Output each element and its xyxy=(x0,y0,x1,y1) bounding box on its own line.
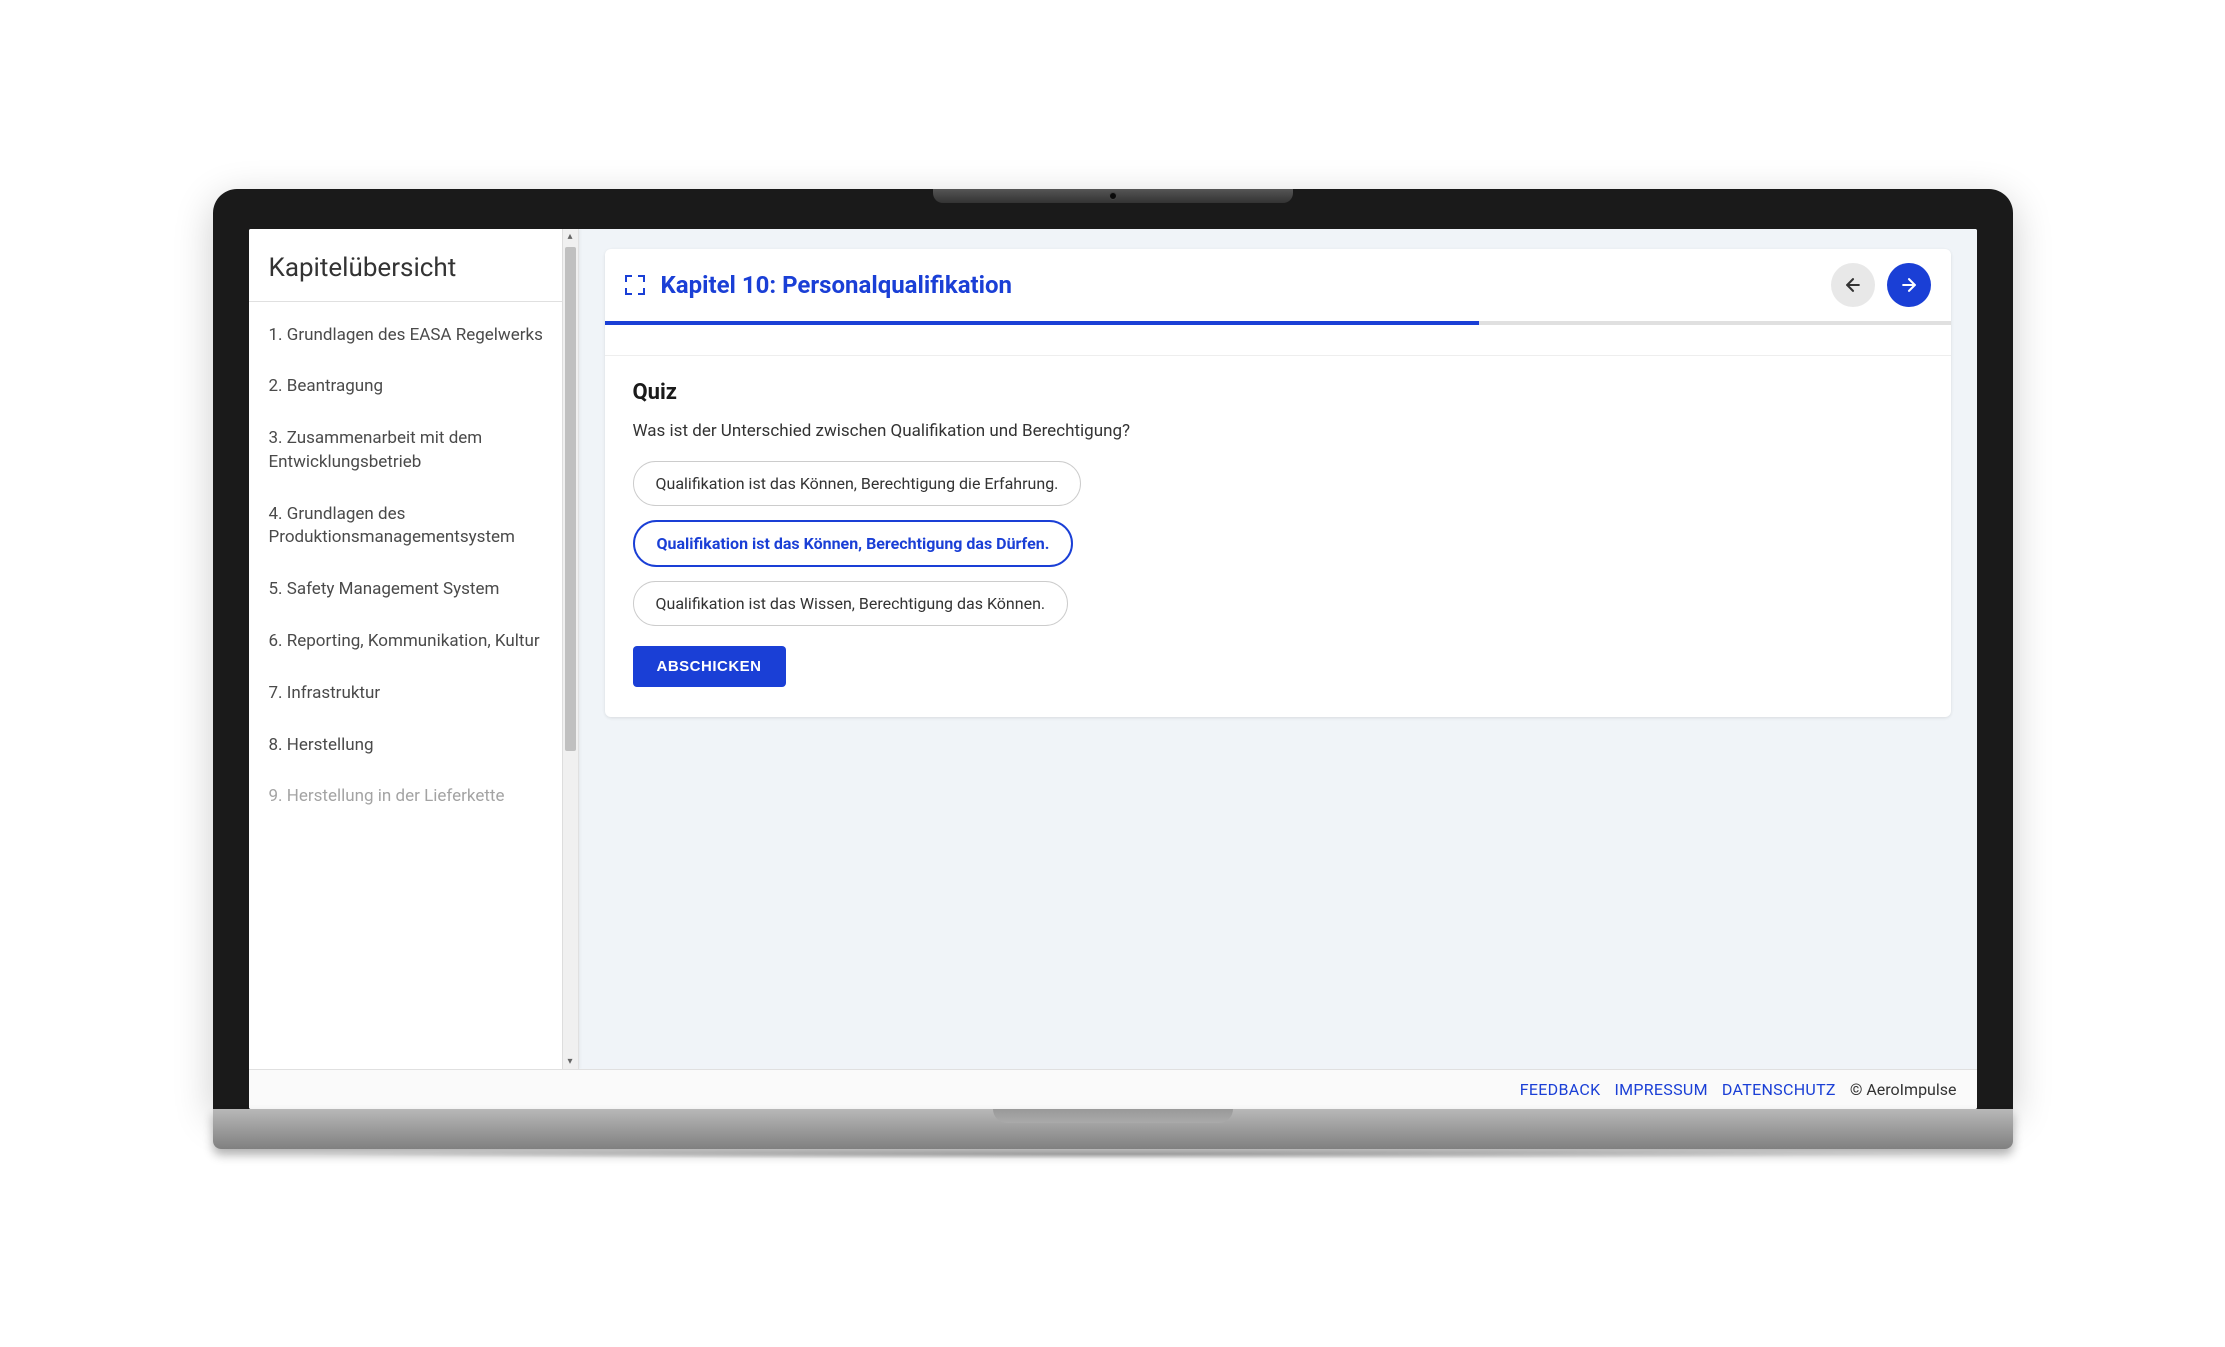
laptop-notch xyxy=(933,189,1293,203)
arrow-right-icon xyxy=(1899,275,1919,295)
sidebar-title: Kapitelübersicht xyxy=(269,253,558,283)
sidebar-item-3[interactable]: 3. Zusammenarbeit mit dem Entwicklungsbe… xyxy=(249,413,578,489)
app-container: Kapitelübersicht 1. Grundlagen des EASA … xyxy=(249,229,1977,1069)
sidebar-item-8[interactable]: 8. Herstellung xyxy=(249,720,578,772)
sidebar-item-1[interactable]: 1. Grundlagen des EASA Regelwerks xyxy=(249,310,578,362)
sidebar-header: Kapitelübersicht xyxy=(249,229,578,302)
sidebar-scrollbar[interactable]: ▴ ▾ xyxy=(562,229,578,1069)
sidebar-item-7[interactable]: 7. Infrastruktur xyxy=(249,668,578,720)
scrollbar-thumb[interactable] xyxy=(565,247,576,751)
app-screen: Kapitelübersicht 1. Grundlagen des EASA … xyxy=(249,229,1977,1109)
scroll-up-arrow-icon[interactable]: ▴ xyxy=(567,231,572,242)
sidebar-item-5[interactable]: 5. Safety Management System xyxy=(249,564,578,616)
chapter-title: Kapitel 10: Personalqualifikation xyxy=(661,271,1815,299)
previous-button[interactable] xyxy=(1831,263,1875,307)
quiz-title: Quiz xyxy=(633,380,1923,405)
submit-button[interactable]: ABSCHICKEN xyxy=(633,646,786,687)
footer-link-feedback[interactable]: FEEDBACK xyxy=(1520,1080,1601,1099)
scroll-down-arrow-icon[interactable]: ▾ xyxy=(567,1056,572,1067)
main-area: Kapitel 10: Personalqualifikation xyxy=(579,229,1977,1069)
quiz-option-1[interactable]: Qualifikation ist das Können, Berechtigu… xyxy=(633,461,1082,506)
sidebar-item-4[interactable]: 4. Grundlagen des Produktionsmanagements… xyxy=(249,489,578,565)
laptop-shadow xyxy=(285,1149,1941,1159)
sidebar: Kapitelübersicht 1. Grundlagen des EASA … xyxy=(249,229,579,1069)
quiz-option-2[interactable]: Qualifikation ist das Können, Berechtigu… xyxy=(633,520,1074,567)
nav-buttons xyxy=(1831,263,1931,307)
footer-copyright: © AeroImpulse xyxy=(1850,1080,1957,1099)
footer-link-datenschutz[interactable]: DATENSCHUTZ xyxy=(1722,1080,1836,1099)
next-button[interactable] xyxy=(1887,263,1931,307)
progress-fill xyxy=(605,321,1480,325)
progress-bar xyxy=(605,321,1951,325)
quiz-option-3[interactable]: Qualifikation ist das Wissen, Berechtigu… xyxy=(633,581,1069,626)
footer: FEEDBACK IMPRESSUM DATENSCHUTZ © AeroImp… xyxy=(249,1069,1977,1109)
laptop-mockup: Kapitelübersicht 1. Grundlagen des EASA … xyxy=(213,189,2013,1159)
content-card: Kapitel 10: Personalqualifikation xyxy=(605,249,1951,717)
quiz-options: Qualifikation ist das Können, Berechtigu… xyxy=(633,461,1923,626)
quiz-section: Quiz Was ist der Unterschied zwischen Qu… xyxy=(605,355,1951,717)
content-header: Kapitel 10: Personalqualifikation xyxy=(605,249,1951,321)
fullscreen-icon[interactable] xyxy=(625,275,645,295)
sidebar-item-2[interactable]: 2. Beantragung xyxy=(249,361,578,413)
sidebar-item-9[interactable]: 9. Herstellung in der Lieferkette xyxy=(249,771,578,823)
laptop-camera xyxy=(1109,192,1117,200)
laptop-bezel: Kapitelübersicht 1. Grundlagen des EASA … xyxy=(213,189,2013,1109)
footer-link-impressum[interactable]: IMPRESSUM xyxy=(1614,1080,1707,1099)
laptop-base xyxy=(213,1109,2013,1149)
arrow-left-icon xyxy=(1843,275,1863,295)
quiz-question: Was ist der Unterschied zwischen Qualifi… xyxy=(633,421,1923,441)
sidebar-list[interactable]: 1. Grundlagen des EASA Regelwerks 2. Bea… xyxy=(249,302,578,1069)
sidebar-item-6[interactable]: 6. Reporting, Kommunikation, Kultur xyxy=(249,616,578,668)
